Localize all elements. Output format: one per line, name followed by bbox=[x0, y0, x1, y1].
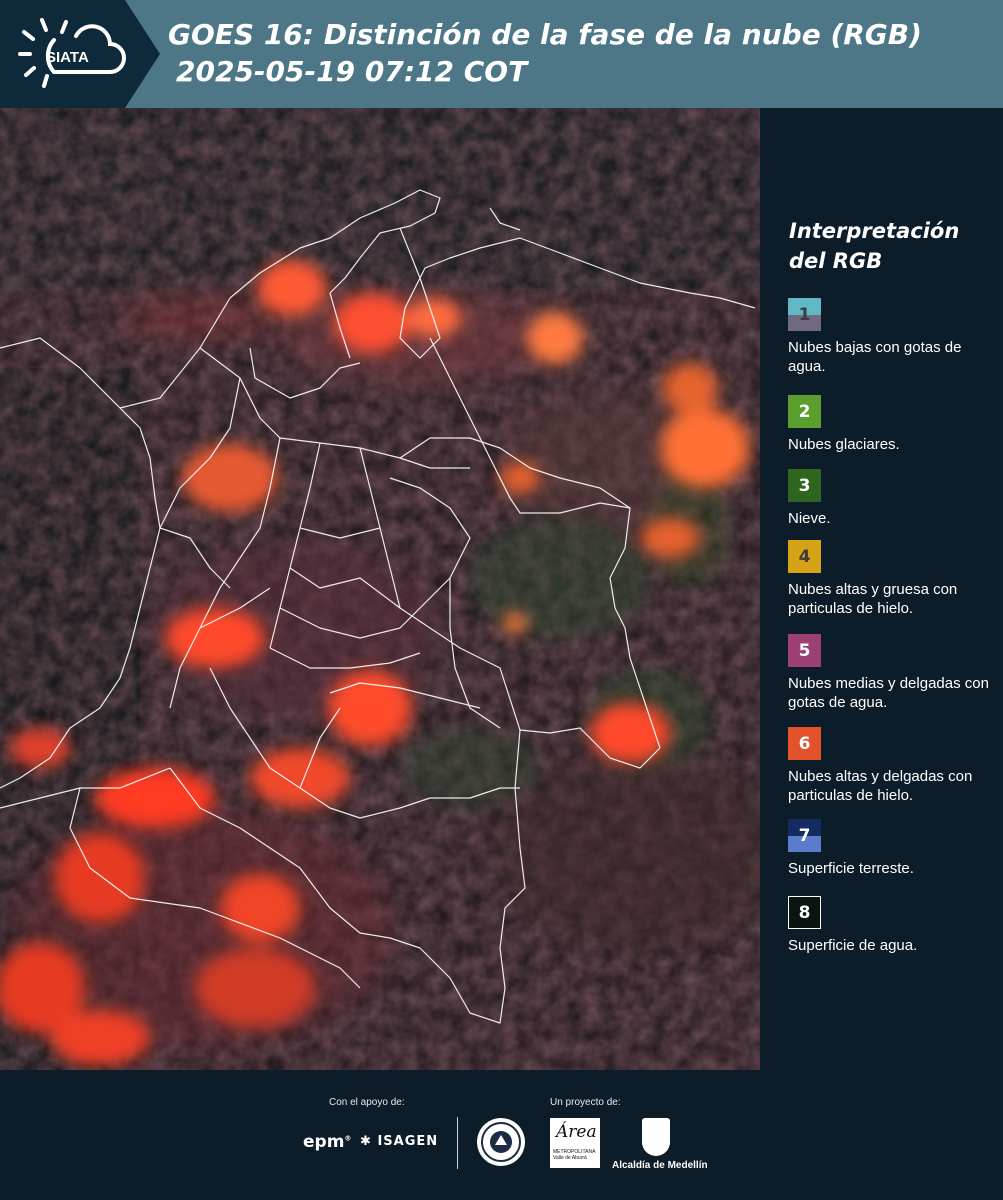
siata-logo-icon: SIATA bbox=[18, 18, 126, 88]
legend-item-6: 6 Nubes altas y delgadas con particulas … bbox=[788, 727, 998, 805]
timestamp-title: 2025-05-19 07:12 COT bbox=[176, 55, 528, 88]
legend-item-5: 5 Nubes medias y delgadas con gotas de a… bbox=[788, 634, 998, 712]
area-logo-subtitle: METROPOLITANA Valle de Aburrá bbox=[553, 1149, 596, 1161]
legend-label-1: Nubes bajas con gotas de agua. bbox=[788, 339, 962, 375]
satellite-imagery bbox=[0, 108, 760, 1070]
isagen-logo[interactable]: ✱ ISAGEN bbox=[360, 1134, 438, 1149]
medellin-seal-icon[interactable] bbox=[477, 1118, 525, 1166]
area-metropolitana-logo[interactable]: Área METROPOLITANA Valle de Aburrá bbox=[550, 1118, 600, 1168]
footer-divider bbox=[457, 1117, 458, 1169]
legend-label-8: Superficie de agua. bbox=[788, 937, 918, 954]
siata-logo-panel[interactable]: SIATA bbox=[0, 0, 160, 108]
legend-swatch-2: 2 bbox=[788, 395, 821, 428]
project-caption: Un proyecto de: bbox=[550, 1097, 621, 1108]
footer: Con el apoyo de: Un proyecto de: epm® ✱ … bbox=[0, 1070, 1003, 1200]
isagen-logo-text: ISAGEN bbox=[377, 1134, 439, 1149]
legend-item-1: 1 Nubes bajas con gotas de agua. bbox=[788, 298, 998, 376]
legend-item-7: 7 Superficie terreste. bbox=[788, 819, 998, 878]
legend-swatch-6: 6 bbox=[788, 727, 821, 760]
satellite-map[interactable] bbox=[0, 108, 760, 1070]
legend-item-3: 3 Nieve. bbox=[788, 469, 998, 528]
alcaldia-label: Alcaldía de Medellín bbox=[612, 1160, 708, 1171]
epm-logo-text: epm bbox=[303, 1132, 345, 1152]
legend-label-7: Superficie terreste. bbox=[788, 860, 914, 877]
legend-label-6: Nubes altas y delgadas con particulas de… bbox=[788, 768, 973, 804]
legend-item-2: 2 Nubes glaciares. bbox=[788, 395, 998, 454]
legend-panel: Interpretación del RGB 1 Nubes bajas con… bbox=[760, 108, 1003, 1070]
legend-swatch-3: 3 bbox=[788, 469, 821, 502]
isagen-star-icon: ✱ bbox=[360, 1134, 372, 1149]
legend-swatch-4: 4 bbox=[788, 540, 821, 573]
area-logo-script: Área bbox=[556, 1122, 597, 1142]
legend-swatch-7: 7 bbox=[788, 819, 821, 852]
legend-swatch-1: 1 bbox=[788, 298, 821, 331]
alcaldia-shield-icon[interactable] bbox=[642, 1118, 670, 1156]
legend-title: Interpretación del RGB bbox=[789, 219, 960, 273]
legend-item-8: 8 Superficie de agua. bbox=[788, 896, 998, 955]
legend-label-3: Nieve. bbox=[788, 510, 831, 527]
title-block: GOES 16: Distinción de la fase de la nub… bbox=[168, 16, 922, 90]
legend-label-5: Nubes medias y delgadas con gotas de agu… bbox=[788, 675, 989, 711]
legend-item-4: 4 Nubes altas y gruesa con particulas de… bbox=[788, 540, 998, 618]
legend-swatch-5: 5 bbox=[788, 634, 821, 667]
legend-label-2: Nubes glaciares. bbox=[788, 436, 900, 453]
header-bar: SIATA GOES 16: Distinción de la fase de … bbox=[0, 0, 1003, 108]
epm-logo[interactable]: epm® bbox=[303, 1132, 351, 1152]
legend-swatch-8: 8 bbox=[788, 896, 821, 929]
page-title: GOES 16: Distinción de la fase de la nub… bbox=[168, 18, 922, 51]
legend-label-4: Nubes altas y gruesa con particulas de h… bbox=[788, 581, 958, 617]
support-caption: Con el apoyo de: bbox=[329, 1097, 405, 1108]
siata-logo-text: SIATA bbox=[46, 49, 89, 66]
